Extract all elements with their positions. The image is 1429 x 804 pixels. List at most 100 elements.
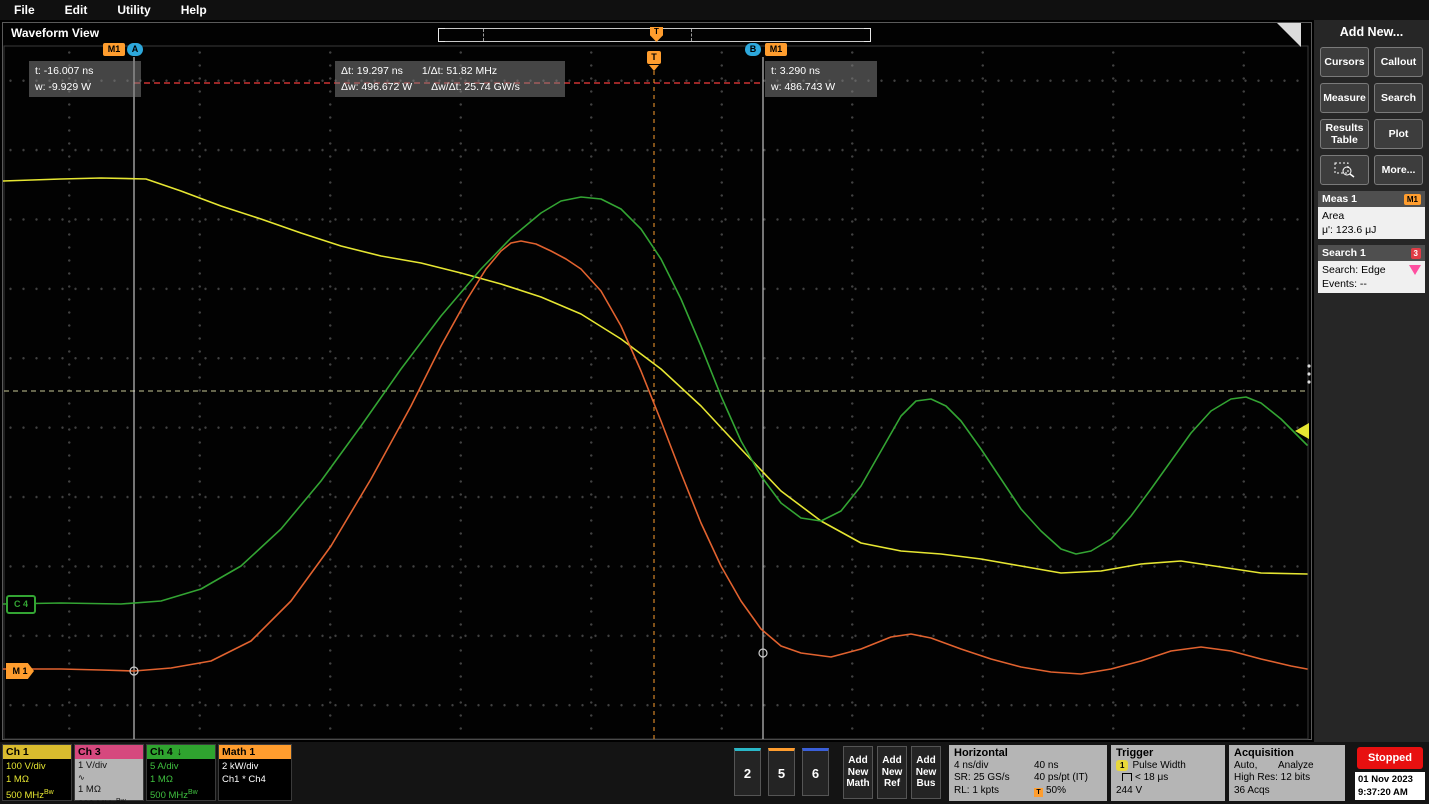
date-text: 01 Nov 2023 [1358, 773, 1422, 786]
trace-math-1 [3, 241, 1307, 674]
add-new-bus-button[interactable]: Add New Bus [911, 746, 941, 799]
ch1-bandwidth: 500 MHz [6, 790, 44, 801]
cursors-button[interactable]: Cursors [1320, 47, 1369, 77]
channel-badge-ch3[interactable]: Ch 3 1 V/div ∿ 1 MΩ 200 MHzBw [74, 744, 144, 801]
zoom-corner-icon[interactable] [1277, 23, 1301, 47]
trigger-flag-arrow-icon [649, 65, 659, 71]
add-new-ref-button[interactable]: Add New Ref [877, 746, 907, 799]
more-button[interactable]: More... [1374, 155, 1423, 185]
ac-coupling-icon: ∿ [78, 772, 140, 784]
delta-t: Δt: 19.297 ns [341, 63, 403, 79]
sample-rate: SR: 25 GS/s [954, 772, 1034, 785]
channel-badge-ch4[interactable]: Ch 4↓ 5 A/div 1 MΩ 500 MHzBw [146, 744, 216, 801]
ch3-scale: 1 V/div [78, 760, 140, 772]
cursor-a-readout: t: -16.007 ns w: -9.929 W [29, 61, 141, 97]
horizontal-span: 40 ns [1034, 760, 1058, 773]
acquisition-resolution: High Res: 12 bits [1234, 772, 1340, 785]
ch1-level-arrow-icon[interactable] [1295, 423, 1309, 439]
minimap-right-bracket [864, 28, 871, 42]
cursor-a-value: w: -9.929 W [35, 79, 135, 95]
minimap-cursor-mark [691, 29, 692, 41]
ch4-clip-arrow-icon: ↓ [177, 745, 182, 759]
ch4-label: Ch 4 [150, 745, 173, 759]
cursor-b-m1-badge[interactable]: M1 [765, 43, 787, 56]
ch4-handle-flag[interactable]: C 4 [6, 595, 36, 614]
horizontal-badge[interactable]: Horizontal 4 ns/div40 ns SR: 25 GS/s40 p… [949, 745, 1107, 801]
waveform-view-title: Waveform View [11, 26, 99, 40]
waveform-plot [3, 23, 1313, 741]
cursor-b-readout: t: 3.290 ns w: 486.743 W [765, 61, 877, 97]
inverse-delta-t: 1/Δt: 51.82 MHz [422, 63, 497, 79]
acquisition-badge[interactable]: Acquisition Auto,Analyze High Res: 12 bi… [1229, 745, 1345, 801]
ch3-bandwidth: 200 MHz [78, 799, 116, 804]
panel-splitter-handle[interactable] [1306, 362, 1312, 393]
meas1-title: Meas 1 [1322, 193, 1357, 205]
math1-scale: 2 kW/div [222, 760, 288, 773]
record-length: RL: 1 kpts [954, 785, 1034, 798]
acquisition-mode: Auto, [1234, 760, 1278, 773]
menu-help[interactable]: Help [181, 3, 207, 17]
channel-badge-ch1[interactable]: Ch 1 100 V/div 1 MΩ 500 MHzBw [2, 744, 72, 801]
search1-count-badge: 3 [1411, 248, 1421, 259]
channel-button-2[interactable]: 2 [734, 748, 761, 796]
trigger-badge[interactable]: Trigger 1Pulse Width < 18 μs 244 V [1111, 745, 1225, 801]
ch1-scale: 100 V/div [6, 760, 68, 773]
ch1-label: Ch 1 [6, 745, 29, 759]
run-stop-button[interactable]: Stopped [1357, 747, 1423, 769]
channel-button-6[interactable]: 6 [802, 748, 829, 796]
zoom-minimap[interactable]: T [438, 28, 871, 42]
trigger-flag-icon[interactable]: T [647, 51, 661, 64]
oscilloscope-screen: File Edit Utility Help Waveform View T T [0, 0, 1429, 804]
trace-ch-4 [3, 197, 1307, 604]
ch3-impedance: 1 MΩ [78, 784, 140, 796]
ch1-bw-suffix: Bw [44, 789, 54, 796]
draw-a-box-button[interactable] [1320, 155, 1369, 185]
meas1-source-badge: M1 [1404, 194, 1421, 205]
sample-interval: 40 ps/pt (IT) [1034, 772, 1088, 785]
minimap-left-bracket [438, 28, 445, 42]
add-new-title: Add New... [1314, 20, 1429, 39]
ch4-bandwidth: 500 MHz [150, 790, 188, 801]
cursor-a-badge[interactable]: A [127, 43, 143, 56]
cursor-b-value: w: 486.743 W [771, 79, 871, 95]
menu-edit[interactable]: Edit [65, 3, 88, 17]
trace-ch-1 [3, 178, 1307, 574]
meas1-card[interactable]: Meas 1 M1 Area μ': 123.6 μJ [1318, 191, 1425, 239]
trigger-level: 244 V [1116, 785, 1220, 798]
ch4-impedance: 1 MΩ [150, 773, 212, 786]
cursor-delta-readout: Δt: 19.297 ns 1/Δt: 51.82 MHz Δw: 496.67… [335, 61, 565, 97]
menu-file[interactable]: File [14, 3, 35, 17]
measure-button[interactable]: Measure [1320, 83, 1369, 113]
math1-label: Math 1 [222, 745, 255, 759]
cursor-b-time: t: 3.290 ns [771, 63, 871, 79]
add-new-math-button[interactable]: Add New Math [843, 746, 873, 799]
waveform-view-window: Waveform View T T M1 A B M1 t: -16.007 [2, 22, 1312, 740]
time-text: 9:37:20 AM [1358, 786, 1422, 799]
trigger-source-icon: 1 [1116, 760, 1128, 771]
delta-w: Δw: 496.672 W [341, 79, 412, 95]
results-table-button[interactable]: Results Table [1320, 119, 1369, 149]
acquisition-title: Acquisition [1234, 747, 1340, 760]
math1-expression: Ch1 * Ch4 [222, 773, 288, 786]
search1-card[interactable]: Search 1 3 Search: Edge Events: -- [1318, 245, 1425, 293]
trigger-position-mini-icon: T [1034, 788, 1043, 797]
graticule-frame [4, 46, 1308, 739]
channel-button-5[interactable]: 5 [768, 748, 795, 796]
callout-button[interactable]: Callout [1374, 47, 1423, 77]
minimap-trigger-icon[interactable]: T [650, 27, 663, 42]
ch3-label: Ch 3 [78, 745, 101, 759]
cursor-b-badge[interactable]: B [745, 43, 761, 56]
search-button[interactable]: Search [1374, 83, 1423, 113]
zoom-box-icon [1334, 162, 1356, 178]
pulse-width-icon [1122, 773, 1132, 781]
search1-type: Search: Edge [1322, 263, 1421, 277]
plot-button[interactable]: Plot [1374, 119, 1423, 149]
search1-title: Search 1 [1322, 247, 1366, 259]
cursor-a-m1-badge[interactable]: M1 [103, 43, 125, 56]
search1-events: Events: -- [1322, 277, 1421, 291]
delta-w-per-t: Δw/Δt: 25.74 GW/s [431, 79, 520, 95]
channel-badge-math1[interactable]: Math 1 2 kW/div Ch1 * Ch4 [218, 744, 292, 801]
menu-utility[interactable]: Utility [117, 3, 150, 17]
datetime-display: 01 Nov 2023 9:37:20 AM [1355, 772, 1425, 800]
acquisition-count: 36 Acqs [1234, 785, 1340, 798]
